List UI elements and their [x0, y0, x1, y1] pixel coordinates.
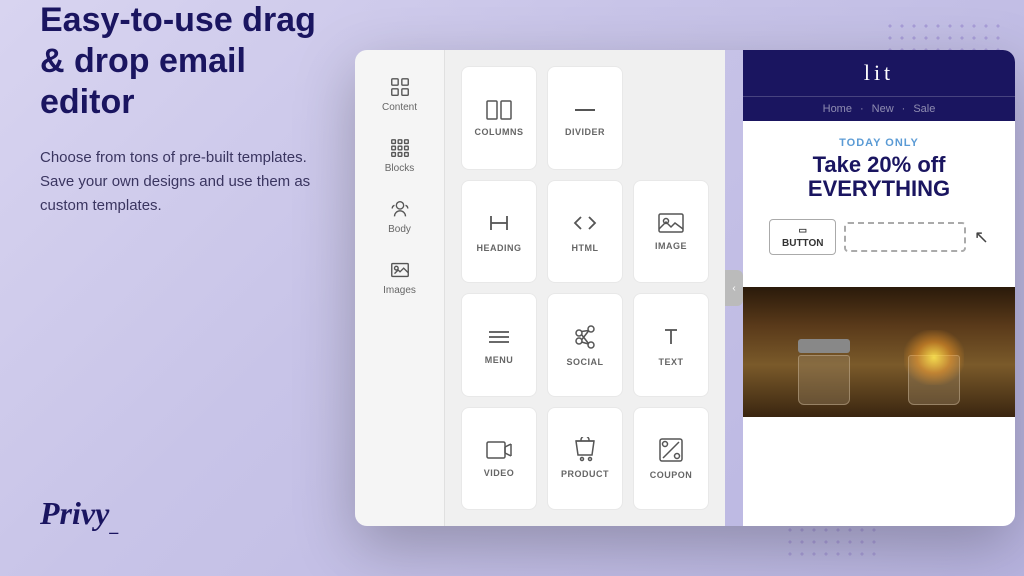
product-icon — [572, 437, 598, 463]
cursor-icon: ↖ — [974, 227, 989, 248]
sidebar-blocks-label: Blocks — [385, 163, 414, 174]
block-columns[interactable]: COLUMNS — [461, 66, 537, 170]
preview-image — [743, 287, 1015, 417]
image-icon — [657, 211, 685, 235]
email-preview: lit Home · New · Sale TODAY ONLY Take 20… — [743, 50, 1015, 526]
menu-icon — [485, 325, 513, 349]
block-divider[interactable]: DIVIDER — [547, 66, 623, 170]
sidebar: Content Blocks — [355, 50, 445, 526]
columns-icon — [485, 99, 513, 121]
block-text[interactable]: TEXT — [633, 293, 709, 397]
images-icon — [389, 259, 411, 281]
nav-home: Home — [823, 103, 852, 115]
preview-header: lit — [743, 50, 1015, 96]
block-columns-label: COLUMNS — [475, 127, 524, 137]
divider-icon — [571, 99, 599, 121]
subtext: Choose from tons of pre-built templates.… — [40, 146, 320, 218]
block-product[interactable]: PRODUCT — [547, 407, 623, 511]
blocks-icon — [389, 137, 411, 159]
html-icon — [571, 209, 599, 237]
candle-jar-left — [798, 339, 850, 405]
nav-sep-1: · — [860, 103, 864, 115]
text-icon — [657, 323, 685, 351]
promo-title: Take 20% offEVERYTHING — [759, 153, 999, 201]
button-label-preview: BUTTON — [782, 238, 823, 249]
social-icon — [571, 323, 599, 351]
button-block-preview: ▭ BUTTON — [769, 219, 836, 255]
headline: Easy-to-use drag & drop email editor — [40, 0, 320, 122]
block-image[interactable]: IMAGE — [633, 180, 709, 284]
block-text-label: TEXT — [658, 357, 683, 367]
block-social[interactable]: SOCIAL — [547, 293, 623, 397]
privy-logo: Privy_ — [40, 495, 118, 536]
button-icon-preview: ▭ — [782, 225, 823, 236]
button-drop-zone — [844, 222, 965, 252]
button-area: ▭ BUTTON ↖ — [759, 213, 999, 261]
block-image-label: IMAGE — [655, 241, 687, 251]
video-icon — [485, 438, 513, 462]
nav-sep-2: · — [902, 103, 906, 115]
sidebar-content-label: Content — [382, 102, 417, 113]
candle-bg — [743, 287, 1015, 417]
coupon-icon — [657, 436, 685, 464]
sidebar-images-label: Images — [383, 285, 416, 296]
block-menu-label: MENU — [485, 355, 514, 365]
left-panel: Easy-to-use drag & drop email editor Cho… — [40, 0, 320, 576]
sidebar-item-blocks[interactable]: Blocks — [360, 127, 440, 184]
nav-sale: Sale — [913, 103, 935, 115]
body-icon — [389, 198, 411, 220]
nav-new: New — [872, 103, 894, 115]
block-html-label: HTML — [572, 243, 599, 253]
block-menu[interactable]: MENU — [461, 293, 537, 397]
heading-icon — [485, 209, 513, 237]
block-product-label: PRODUCT — [561, 469, 609, 479]
block-video[interactable]: VIDEO — [461, 407, 537, 511]
block-html[interactable]: HTML — [547, 180, 623, 284]
block-heading[interactable]: HEADING — [461, 180, 537, 284]
preview-logo: lit — [759, 60, 999, 86]
block-social-label: SOCIAL — [566, 357, 603, 367]
block-video-label: VIDEO — [484, 468, 515, 478]
today-only-label: TODAY ONLY — [759, 137, 999, 149]
block-divider-label: DIVIDER — [565, 127, 605, 137]
sidebar-item-images[interactable]: Images — [360, 249, 440, 306]
sidebar-body-label: Body — [388, 224, 411, 235]
preview-body: TODAY ONLY Take 20% offEVERYTHING ▭ BUTT… — [743, 121, 1015, 287]
sidebar-item-content[interactable]: Content — [360, 66, 440, 123]
collapse-icon: ‹ — [732, 283, 735, 294]
jar-body — [798, 355, 850, 405]
block-heading-label: HEADING — [476, 243, 521, 253]
editor-area: Content Blocks — [355, 50, 1015, 526]
jar-lid — [798, 339, 850, 353]
block-coupon[interactable]: COUPON — [633, 407, 709, 511]
flame-glow — [904, 330, 964, 385]
preview-nav: Home · New · Sale — [743, 96, 1015, 121]
content-icon — [389, 76, 411, 98]
sidebar-item-body[interactable]: Body — [360, 188, 440, 245]
content-panel: COLUMNS DIVIDER HEADING — [445, 50, 725, 526]
candle-jar-right — [908, 355, 960, 405]
collapse-panel-button[interactable]: ‹ — [725, 270, 743, 306]
block-coupon-label: COUPON — [650, 470, 693, 480]
